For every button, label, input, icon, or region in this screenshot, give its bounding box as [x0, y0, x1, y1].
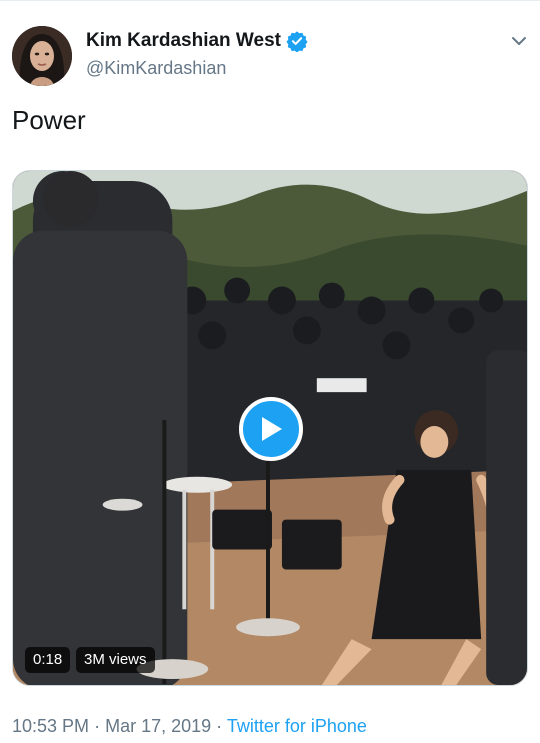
- video-duration-badge: 0:18: [25, 647, 71, 673]
- tweet-source-link[interactable]: Twitter for iPhone: [227, 716, 367, 736]
- meta-separator: ·: [94, 716, 101, 736]
- name-row: Kim Kardashian West: [86, 30, 308, 53]
- tweet-time[interactable]: 10:53 PM: [12, 716, 89, 736]
- video-player[interactable]: 0:18 3M views: [12, 170, 528, 686]
- tweet-date[interactable]: Mar 17, 2019: [105, 716, 211, 736]
- tweet-meta: 10:53 PM · Mar 17, 2019 · Twitter for iP…: [12, 716, 367, 737]
- play-button[interactable]: [239, 397, 303, 461]
- chevron-down-icon[interactable]: [510, 32, 528, 50]
- meta-separator: ·: [216, 716, 223, 736]
- author-avatar[interactable]: [12, 26, 72, 86]
- tweet-header: Kim Kardashian West @KimKardashian: [12, 22, 528, 92]
- top-divider: [0, 0, 540, 1]
- avatar-image: [12, 26, 72, 86]
- author-handle[interactable]: @KimKardashian: [86, 58, 226, 79]
- play-icon: [262, 417, 282, 441]
- video-views-badge: 3M views: [76, 647, 155, 673]
- tweet-text: Power: [12, 105, 86, 135]
- author-display-name[interactable]: Kim Kardashian West: [86, 30, 281, 52]
- verified-badge-icon: [286, 30, 308, 53]
